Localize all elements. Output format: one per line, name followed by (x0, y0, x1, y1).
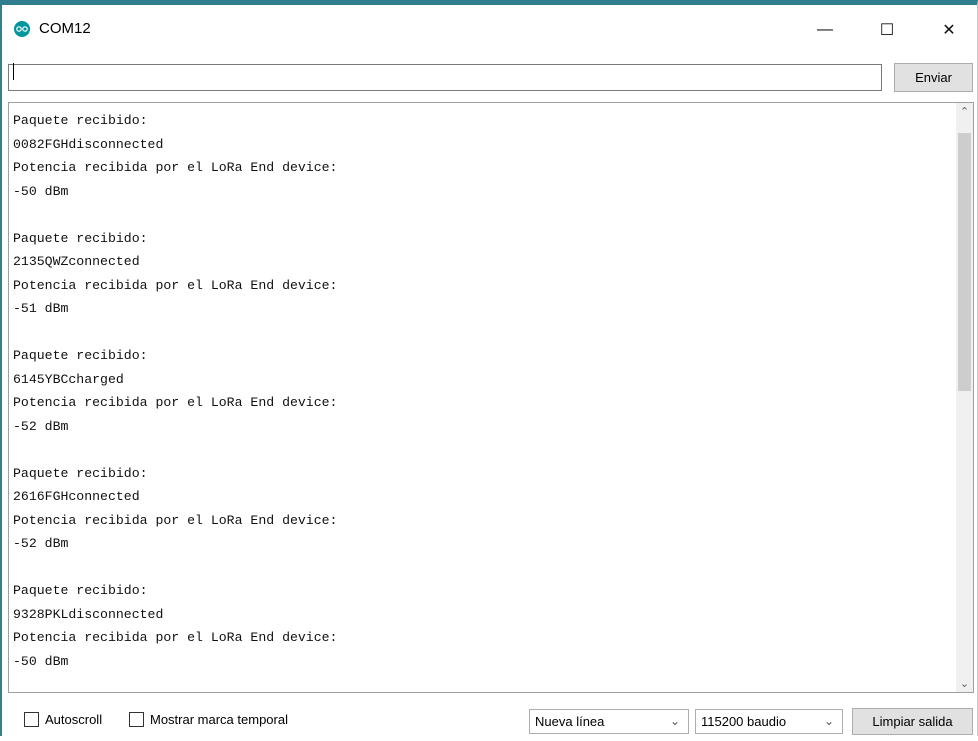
send-input[interactable] (8, 64, 882, 91)
output-line: Potencia recibida por el LoRa End device… (13, 160, 338, 175)
timestamp-label: Mostrar marca temporal (150, 712, 288, 727)
arduino-icon (14, 21, 30, 37)
serial-output[interactable]: Paquete recibido: 0082FGHdisconnected Pote… (8, 102, 974, 693)
output-line: -50 dBm (13, 183, 69, 199)
line-ending-value: Nueva línea (535, 714, 605, 729)
autoscroll-checkbox[interactable] (24, 712, 39, 727)
output-line: Potencia recibida por el LoRa End device… (13, 512, 338, 528)
output-line: Paquete recibido: (13, 230, 148, 246)
output-line: Potencia recibida por el LoRa End device… (13, 277, 338, 293)
output-log: Paquete recibido: 0082FGHdisconnected Pote… (13, 109, 337, 673)
scroll-up-icon[interactable]: ⌃ (956, 103, 973, 120)
title-bar[interactable]: COM12 — ☐ ✕ (2, 5, 977, 55)
close-button[interactable]: ✕ (926, 13, 972, 47)
output-line: Paquete recibido: (13, 583, 148, 598)
scroll-thumb[interactable] (958, 133, 971, 391)
text-caret (13, 63, 14, 80)
window-title: COM12 (39, 20, 91, 37)
minimize-button[interactable]: — (802, 13, 848, 47)
output-line: Paquete recibido: (13, 348, 148, 363)
output-line: -51 dBm (13, 301, 69, 316)
timestamp-checkbox[interactable] (129, 712, 144, 727)
close-icon: ✕ (942, 22, 956, 39)
output-line: 6145YBCcharged (13, 371, 124, 387)
output-line: Paquete recibido: (13, 465, 148, 481)
output-line: 0082FGHdisconnected (13, 136, 164, 152)
output-line: Paquete recibido: (13, 113, 148, 128)
line-ending-select[interactable]: Nueva línea ⌄ (529, 709, 689, 734)
serial-monitor-window: COM12 — ☐ ✕ Enviar Paquete recibido: 0082… (0, 0, 978, 736)
send-button[interactable]: Enviar (894, 63, 973, 92)
baud-rate-value: 115200 baudio (701, 714, 787, 729)
maximize-button[interactable]: ☐ (864, 13, 910, 47)
vertical-scrollbar[interactable]: ⌃ ⌄ (956, 103, 973, 692)
send-row: Enviar (8, 58, 973, 98)
baud-rate-select[interactable]: 115200 baudio ⌄ (695, 709, 843, 734)
output-line: Potencia recibida por el LoRa End device… (13, 395, 338, 410)
minimize-icon: — (817, 21, 833, 38)
maximize-icon: ☐ (879, 22, 895, 39)
clear-output-button[interactable]: Limpiar salida (852, 708, 973, 735)
output-line: 9328PKLdisconnected (13, 606, 164, 622)
output-line: -50 dBm (13, 653, 69, 669)
chevron-down-icon: ⌄ (823, 714, 834, 728)
output-line: -52 dBm (13, 418, 69, 434)
output-line: 2616FGHconnected (13, 489, 140, 504)
output-line: -52 dBm (13, 536, 69, 551)
autoscroll-toggle[interactable]: Autoscroll (24, 712, 102, 727)
chevron-down-icon: ⌄ (669, 714, 680, 728)
autoscroll-label: Autoscroll (45, 712, 103, 727)
bottom-bar: Autoscroll Mostrar marca temporal Nueva … (2, 701, 978, 741)
output-line: Potencia recibida por el LoRa End device… (13, 630, 338, 645)
output-line: 2135QWZconnected (13, 254, 140, 269)
timestamp-toggle[interactable]: Mostrar marca temporal (129, 712, 288, 727)
scroll-down-icon[interactable]: ⌄ (956, 675, 973, 692)
